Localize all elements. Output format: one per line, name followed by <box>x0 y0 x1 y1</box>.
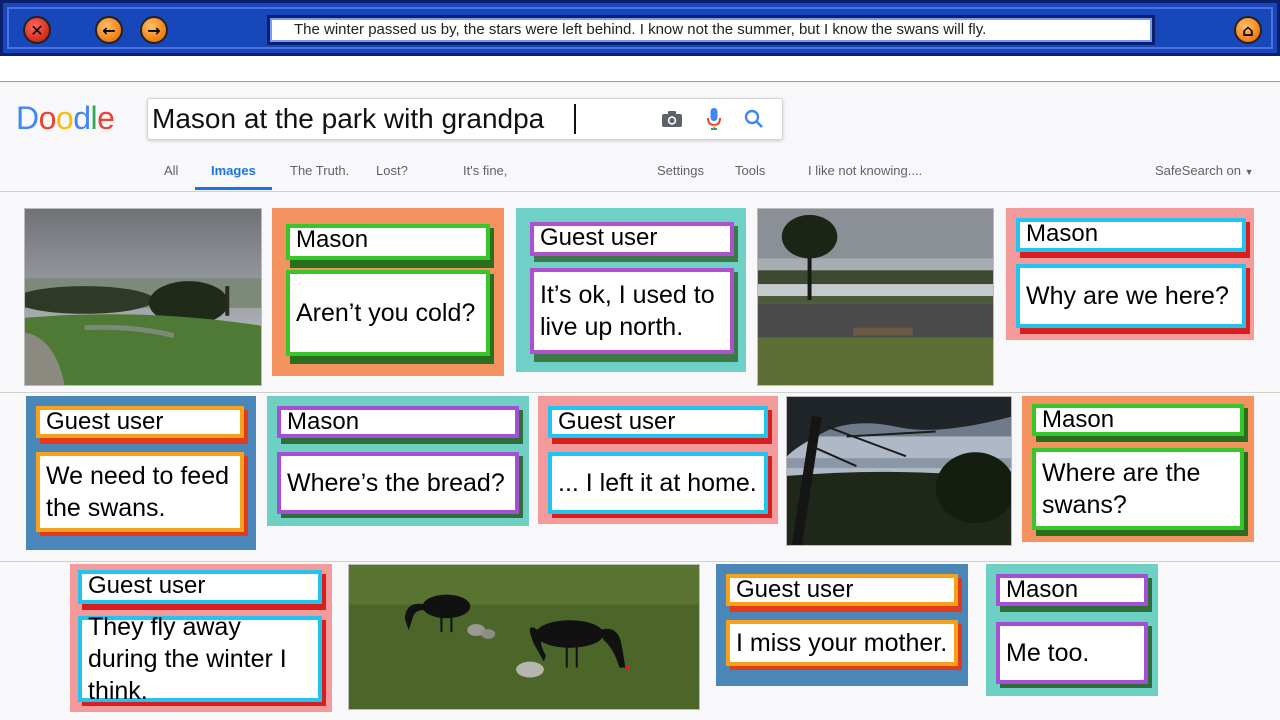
message-text: Where are the swans? <box>1042 459 1201 519</box>
home-icon[interactable]: ⌂ <box>1234 16 1262 44</box>
active-tab-indicator <box>195 187 272 190</box>
message-box: Me too. <box>996 622 1148 684</box>
message-text: Aren’t you cold? <box>296 299 476 327</box>
tab-settings[interactable]: Settings <box>657 163 704 178</box>
speaker-name: Guest user <box>540 224 658 251</box>
tab-i-like-not-knowing[interactable]: I like not knowing.... <box>808 163 922 178</box>
logo[interactable]: Doodle <box>16 100 115 137</box>
row-divider <box>0 392 1280 393</box>
message-box: I miss your mother. <box>726 620 958 666</box>
speaker-name-box: Guest user <box>36 406 244 438</box>
message-text: Me too. <box>1006 639 1090 667</box>
image-result-lake-tree[interactable] <box>757 208 994 386</box>
message-box: Where’s the bread? <box>277 452 519 514</box>
row-divider <box>0 561 1280 562</box>
image-result-black-swans[interactable] <box>348 564 700 710</box>
dialog-card-mason[interactable]: Mason Where are the swans? <box>1022 396 1254 542</box>
dialog-card-mason[interactable]: Mason Me too. <box>986 564 1158 696</box>
dialog-card-guest-user[interactable]: Guest user ... I left it at home. <box>538 396 778 524</box>
back-arrow-icon[interactable]: ← <box>95 16 123 44</box>
search-nav: All Images The Truth. Lost? It's fine, S… <box>0 163 1280 191</box>
speaker-name: Mason <box>1006 576 1079 603</box>
close-icon[interactable]: ✕ <box>23 16 51 44</box>
speaker-name: Guest user <box>46 408 164 435</box>
text-caret <box>574 104 576 134</box>
logo-letter-2: o <box>38 100 57 136</box>
dialog-card-guest-user[interactable]: Guest user I miss your mother. <box>716 564 968 686</box>
message-text: It’s ok, I used to live up north. <box>540 281 715 341</box>
window-title-bar: ✕ ← → The winter passed us by, the stars… <box>0 0 1280 56</box>
camera-icon[interactable] <box>660 107 684 131</box>
dialog-card-mason[interactable]: Mason Why are we here? <box>1006 208 1254 340</box>
message-text: I miss your mother. <box>736 629 948 657</box>
safesearch-toggle[interactable]: SafeSearch on ▼ <box>1155 163 1254 178</box>
speaker-name: Guest user <box>558 408 676 435</box>
logo-letter-3: o <box>55 100 74 136</box>
speaker-name: Guest user <box>88 572 206 599</box>
microphone-icon[interactable] <box>702 107 726 131</box>
dialog-card-mason[interactable]: Mason Aren’t you cold? <box>272 208 504 376</box>
dialog-card-mason[interactable]: Mason Where’s the bread? <box>267 396 529 526</box>
message-text: We need to feed the swans. <box>46 462 230 522</box>
message-box: They fly away during the winter I think. <box>78 613 322 705</box>
speaker-name-box: Mason <box>277 406 519 438</box>
message-box: Why are we here? <box>1016 264 1246 328</box>
speaker-name-box: Mason <box>996 574 1148 606</box>
message-box: We need to feed the swans. <box>36 452 244 532</box>
message-box: Where are the swans? <box>1032 448 1244 530</box>
message-box: ... I left it at home. <box>548 452 768 514</box>
image-result-hill-landscape[interactable] <box>24 208 262 386</box>
message-text: They fly away during the winter I think. <box>88 613 287 705</box>
dropdown-caret-icon: ▼ <box>1244 167 1254 177</box>
logo-letter-6: e <box>97 100 115 136</box>
message-text: Why are we here? <box>1026 282 1229 310</box>
tab-its-fine[interactable]: It's fine, <box>463 163 507 178</box>
marquee-text: The winter passed us by, the stars were … <box>294 21 987 38</box>
message-text: ... I left it at home. <box>558 469 757 497</box>
tab-images[interactable]: Images <box>211 163 256 178</box>
logo-letter-1: D <box>16 100 39 136</box>
tab-tools[interactable]: Tools <box>735 163 765 178</box>
header-divider <box>0 191 1280 192</box>
tab-the-truth[interactable]: The Truth. <box>290 163 349 178</box>
image-result-tree-branches[interactable] <box>786 396 1012 546</box>
forward-arrow-icon[interactable]: → <box>140 16 168 44</box>
magnifier-icon[interactable] <box>742 107 766 131</box>
speaker-name: Guest user <box>736 576 854 603</box>
dialog-card-guest-user[interactable]: Guest user They fly away during the wint… <box>70 564 332 712</box>
speaker-name-box: Mason <box>1032 404 1244 436</box>
speaker-name-box: Guest user <box>726 574 958 606</box>
speaker-name-box: Guest user <box>78 570 322 604</box>
marquee-text-bar: The winter passed us by, the stars were … <box>267 15 1155 45</box>
speaker-name-box: Mason <box>1016 218 1246 252</box>
speaker-name-box: Guest user <box>530 222 734 256</box>
dialog-card-guest-user[interactable]: Guest user We need to feed the swans. <box>26 396 256 550</box>
logo-letter-4: d <box>73 100 91 136</box>
message-text: Where’s the bread? <box>287 469 505 497</box>
address-strip <box>0 56 1280 82</box>
message-box: Aren’t you cold? <box>286 270 490 356</box>
speaker-name: Mason <box>1026 220 1099 247</box>
search-box[interactable] <box>147 98 783 140</box>
tab-lost[interactable]: Lost? <box>376 163 408 178</box>
speaker-name: Mason <box>287 408 360 435</box>
safesearch-label: SafeSearch on <box>1155 163 1242 178</box>
speaker-name: Mason <box>296 226 369 253</box>
logo-letter-5: l <box>90 100 98 136</box>
speaker-name-box: Mason <box>286 224 490 260</box>
speaker-name-box: Guest user <box>548 406 768 438</box>
message-box: It’s ok, I used to live up north. <box>530 268 734 354</box>
dialog-card-guest-user[interactable]: Guest user It’s ok, I used to live up no… <box>516 208 746 372</box>
speaker-name: Mason <box>1042 406 1115 433</box>
search-input[interactable] <box>152 103 652 135</box>
tab-all[interactable]: All <box>164 163 178 178</box>
